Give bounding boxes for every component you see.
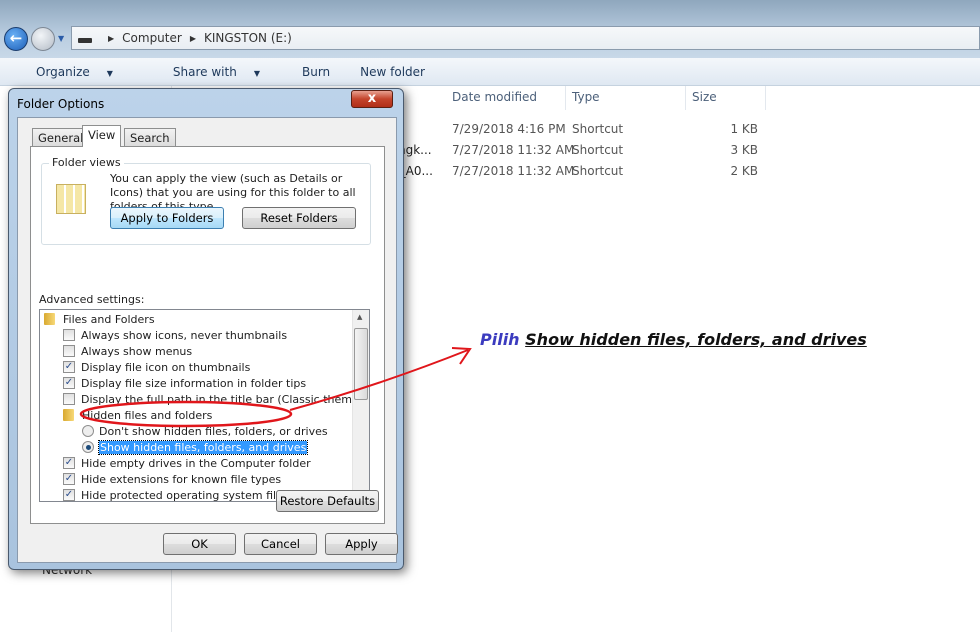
annotation-callout: Pilih Show hidden files, folders, and dr…: [480, 330, 867, 349]
highlight-ellipse: [79, 400, 293, 428]
tab-view[interactable]: View: [82, 125, 122, 147]
annotation-arrow: [289, 349, 469, 411]
annotation-overlay: [79, 347, 472, 428]
annotation-text: Show hidden files, folders, and drives: [525, 330, 867, 349]
annotation-prefix: Pilih: [480, 330, 520, 349]
